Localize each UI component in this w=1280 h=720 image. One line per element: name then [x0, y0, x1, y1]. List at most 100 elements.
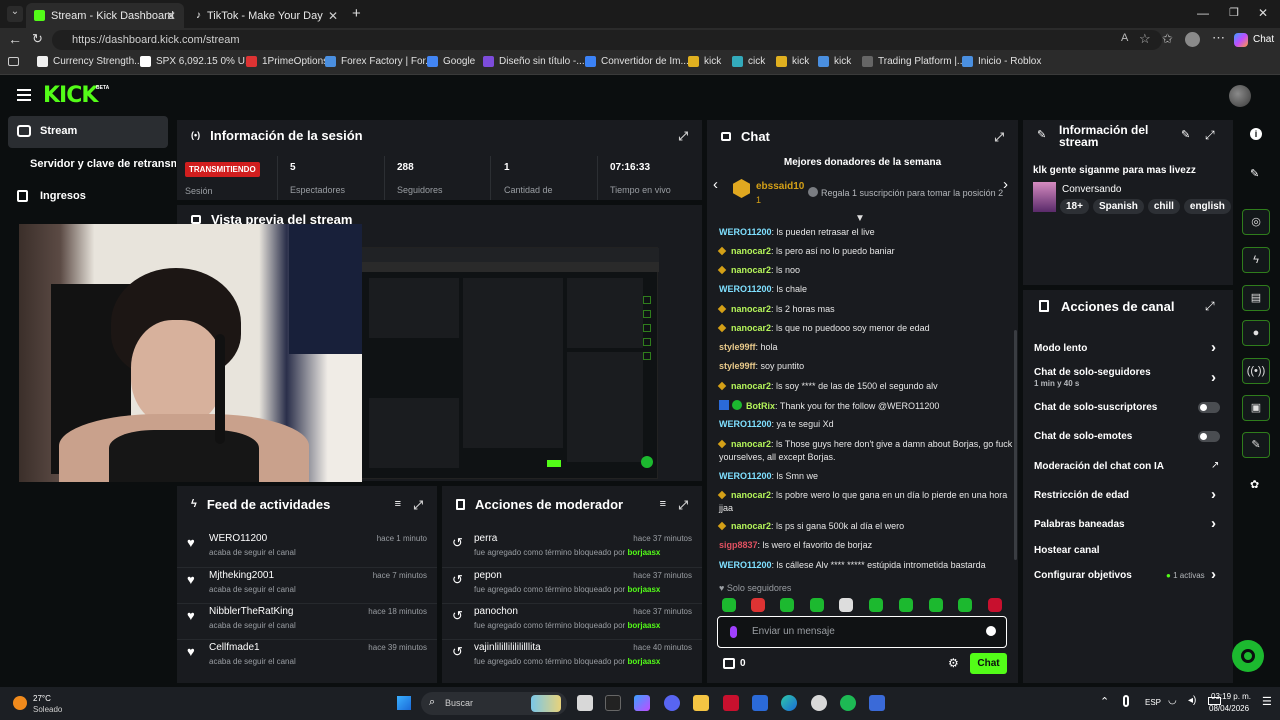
wifi-icon[interactable]: ◡	[1168, 695, 1177, 706]
app-icon[interactable]	[869, 695, 885, 711]
bookmark-item[interactable]: Google	[427, 56, 475, 67]
chevron-left-icon[interactable]: ‹	[713, 176, 718, 193]
chat-username[interactable]: nanocar2	[731, 381, 771, 391]
chat-username[interactable]: style99ff	[719, 361, 756, 371]
emote-icon[interactable]	[722, 598, 736, 612]
channel-points-icon[interactable]	[723, 658, 735, 669]
external-link-icon[interactable]: ↗	[1211, 460, 1219, 471]
bookmark-item[interactable]: Trading Platform |...	[862, 56, 965, 67]
chevron-right-icon[interactable]: ›	[1211, 369, 1216, 386]
emote-icon[interactable]	[839, 598, 853, 612]
emoji-icon[interactable]	[986, 626, 996, 636]
tag[interactable]: 18+	[1060, 199, 1089, 214]
amd-icon[interactable]	[723, 695, 739, 711]
close-icon[interactable]: ✕	[166, 9, 176, 23]
expand-icon[interactable]: ⤢	[1205, 128, 1215, 143]
bookmark-item[interactable]: SPX 6,092.15 0% U...	[140, 56, 253, 67]
wrench-icon[interactable]: ✎	[1242, 432, 1270, 458]
lightning-icon[interactable]: ϟ	[1242, 247, 1270, 273]
chat-username[interactable]: nanocar2	[731, 246, 771, 256]
copilot-chat-label[interactable]: Chat	[1253, 34, 1274, 45]
bookmark-item[interactable]: kick	[818, 56, 851, 67]
broadcast-icon[interactable]: ((•))	[1242, 358, 1270, 384]
chat-input[interactable]: Enviar un mensaje	[717, 616, 1007, 648]
undo-icon[interactable]: ↺	[452, 608, 463, 624]
chat-send-button[interactable]: Chat	[970, 653, 1007, 674]
reload-icon[interactable]: ↻	[32, 31, 43, 47]
chat-username[interactable]: WERO11200	[719, 419, 772, 429]
feed-user[interactable]: WERO11200	[209, 533, 267, 544]
chat-username[interactable]: nanocar2	[731, 439, 771, 449]
copilot-icon[interactable]	[1234, 33, 1248, 47]
undo-icon[interactable]: ↺	[452, 572, 463, 588]
tag[interactable]: Spanish	[1092, 199, 1144, 214]
opera-icon[interactable]	[811, 695, 827, 711]
chevron-right-icon[interactable]: ›	[1003, 176, 1008, 193]
pinned-handle-icon[interactable]: ▼	[855, 213, 865, 224]
epic-games-icon[interactable]	[605, 695, 621, 711]
emote-icon[interactable]	[780, 598, 794, 612]
volume-icon[interactable]: ◂)	[1188, 695, 1196, 706]
chat-username[interactable]: nanocar2	[731, 490, 771, 500]
hamburger-menu-icon[interactable]	[17, 89, 31, 101]
weather-temp[interactable]: 27°C	[33, 694, 51, 703]
copilot-taskbar-icon[interactable]	[634, 695, 650, 711]
reading-mode-icon[interactable]	[8, 57, 19, 66]
action-ai-moderation[interactable]: Moderación del chat con IA	[1034, 461, 1164, 472]
profile-avatar[interactable]	[1185, 32, 1200, 47]
back-icon[interactable]: ←	[8, 31, 22, 47]
feed-user[interactable]: Cellfmade1	[209, 642, 260, 653]
subscribers-only-toggle[interactable]	[1198, 402, 1220, 413]
url-field[interactable]: https://dashboard.kick.com/stream	[52, 30, 1162, 50]
nav-item-income[interactable]: Ingresos	[8, 187, 168, 209]
spotify-icon[interactable]	[840, 695, 856, 711]
bookmark-item[interactable]: kick	[688, 56, 721, 67]
action-followers-only[interactable]: Chat de solo-seguidores	[1034, 367, 1151, 378]
mod-user[interactable]: borjaasx	[627, 621, 660, 630]
tab-tiktok[interactable]: ♪ TikTok - Make Your Day ✕	[188, 3, 346, 28]
minimize-icon[interactable]: —	[1197, 6, 1209, 20]
search-box[interactable]: ⌕ Buscar	[421, 692, 567, 715]
bookmark-item[interactable]: Currency Strength...	[37, 56, 142, 67]
bookmark-item[interactable]: cick	[732, 56, 765, 67]
task-view-icon[interactable]	[577, 695, 593, 711]
emote-icon[interactable]	[810, 598, 824, 612]
chat-username[interactable]: nanocar2	[731, 521, 771, 531]
tag[interactable]: chill	[1147, 199, 1180, 214]
language-indicator[interactable]: ESP	[1145, 698, 1161, 707]
action-slow-mode[interactable]: Modo lento	[1034, 343, 1087, 354]
feed-user[interactable]: Mjtheking2001	[209, 570, 274, 581]
notifications-icon[interactable]: ☰	[1262, 695, 1272, 708]
chat-scrollbar[interactable]	[1014, 330, 1017, 560]
info-icon[interactable]: i	[1250, 128, 1262, 140]
maximize-icon[interactable]: ❐	[1229, 6, 1239, 19]
read-aloud-icon[interactable]: A	[1121, 32, 1128, 44]
user-avatar[interactable]	[1229, 85, 1251, 107]
chat-username[interactable]: BotRix	[746, 401, 775, 411]
chat-username[interactable]: WERO11200	[719, 560, 772, 570]
chat-username[interactable]: WERO11200	[719, 471, 772, 481]
file-explorer-icon[interactable]	[693, 695, 709, 711]
camera-icon[interactable]: ◎	[1242, 209, 1270, 235]
tab-kick-dashboard[interactable]: Stream - Kick Dashboard ✕	[26, 3, 184, 28]
close-window-icon[interactable]: ✕	[1258, 6, 1268, 20]
chat-username[interactable]: WERO11200	[719, 227, 772, 237]
tag[interactable]: english	[1183, 199, 1231, 214]
donor-name[interactable]: ebssaid10	[756, 181, 804, 192]
tab-list-icon[interactable]: ⌄	[7, 6, 23, 22]
emotes-only-toggle[interactable]	[1198, 431, 1220, 442]
expand-icon[interactable]: ⤢	[678, 129, 688, 144]
stream-preview-video[interactable]	[360, 247, 659, 479]
discord-icon[interactable]	[664, 695, 680, 711]
filter-icon[interactable]: ≡	[660, 498, 666, 510]
undo-icon[interactable]: ↺	[452, 535, 463, 551]
bookmark-item[interactable]: Forex Factory | For...	[325, 56, 434, 67]
chat-settings-icon[interactable]: ⚙	[948, 656, 959, 670]
category-name[interactable]: Conversando	[1062, 184, 1121, 195]
chat-username[interactable]: style99ff	[719, 342, 756, 352]
bookmark-item[interactable]: kick	[776, 56, 809, 67]
support-fab[interactable]	[1232, 640, 1264, 672]
expand-icon[interactable]: ⤢	[678, 498, 688, 513]
store-icon[interactable]	[752, 695, 768, 711]
emote-icon[interactable]	[958, 598, 972, 612]
